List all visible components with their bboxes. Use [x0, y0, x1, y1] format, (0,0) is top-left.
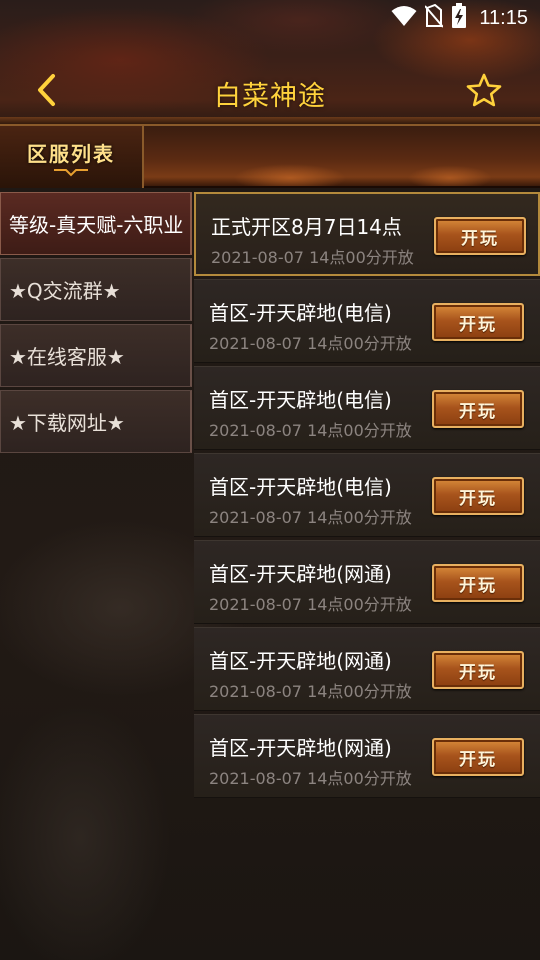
server-name: 首区-开天辟地(网通) — [209, 562, 392, 586]
wifi-icon — [391, 5, 417, 31]
server-name: 首区-开天辟地(网通) — [209, 736, 392, 760]
tab-region-list[interactable]: 区服列表 — [0, 126, 144, 188]
server-name: 正式开区8月7日14点 — [211, 215, 402, 239]
sidebar-item-customer-service[interactable]: ★在线客服★ — [0, 324, 192, 387]
server-open-time: 2021-08-07 14点00分开放 — [209, 334, 412, 353]
tab-label: 区服列表 — [27, 141, 115, 166]
server-open-time: 2021-08-07 14点00分开放 — [209, 769, 412, 788]
server-name: 首区-开天辟地(电信) — [209, 301, 392, 325]
sidebar-item-game-intro[interactable]: 等级-真天赋-六职业 — [0, 192, 192, 255]
title-bar: 白菜神途 — [0, 60, 540, 124]
sidebar-item-download[interactable]: ★下载网址★ — [0, 390, 192, 453]
server-name: 首区-开天辟地(电信) — [209, 475, 392, 499]
tab-indicator-icon — [54, 168, 88, 176]
server-open-time: 2021-08-07 14点00分开放 — [209, 595, 412, 614]
server-row[interactable]: 首区-开天辟地(网通) 2021-08-07 14点00分开放 开玩 — [194, 714, 540, 798]
sidebar-item-label: ★在线客服★ — [9, 345, 125, 369]
play-button[interactable]: 开玩 — [432, 651, 524, 689]
favorite-button[interactable] — [462, 72, 506, 112]
play-button[interactable]: 开玩 — [432, 738, 524, 776]
server-row[interactable]: 正式开区8月7日14点 2021-08-07 14点00分开放 开玩 — [194, 192, 540, 276]
page-title: 白菜神途 — [214, 81, 326, 112]
server-row[interactable]: 首区-开天辟地(电信) 2021-08-07 14点00分开放 开玩 — [194, 453, 540, 537]
clock: 11:15 — [479, 6, 528, 29]
server-name: 首区-开天辟地(网通) — [209, 649, 392, 673]
server-row[interactable]: 首区-开天辟地(网通) 2021-08-07 14点00分开放 开玩 — [194, 627, 540, 711]
server-open-time: 2021-08-07 14点00分开放 — [209, 682, 412, 701]
no-sim-icon — [424, 3, 445, 32]
sidebar: 等级-真天赋-六职业 ★Q交流群★ ★在线客服★ ★下载网址★ — [0, 192, 192, 456]
sidebar-item-label: ★下载网址★ — [9, 411, 125, 435]
play-button[interactable]: 开玩 — [432, 564, 524, 602]
sidebar-item-qq-group[interactable]: ★Q交流群★ — [0, 258, 192, 321]
server-open-time: 2021-08-07 14点00分开放 — [209, 508, 412, 527]
server-row[interactable]: 首区-开天辟地(网通) 2021-08-07 14点00分开放 开玩 — [194, 540, 540, 624]
server-open-time: 2021-08-07 14点00分开放 — [211, 248, 414, 267]
server-name: 首区-开天辟地(电信) — [209, 388, 392, 412]
play-button[interactable]: 开玩 — [432, 303, 524, 341]
server-list: 正式开区8月7日14点 2021-08-07 14点00分开放 开玩 首区-开天… — [194, 192, 540, 801]
play-button[interactable]: 开玩 — [432, 390, 524, 428]
sidebar-item-label: 等级-真天赋-六职业 — [9, 213, 184, 237]
play-button[interactable]: 开玩 — [434, 217, 526, 255]
battery-charging-icon — [451, 3, 467, 33]
server-open-time: 2021-08-07 14点00分开放 — [209, 421, 412, 440]
tab-strip: 区服列表 — [0, 124, 540, 188]
server-row[interactable]: 首区-开天辟地(电信) 2021-08-07 14点00分开放 开玩 — [194, 366, 540, 450]
server-row[interactable]: 首区-开天辟地(电信) 2021-08-07 14点00分开放 开玩 — [194, 279, 540, 363]
status-bar: 11:15 — [0, 0, 540, 36]
play-button[interactable]: 开玩 — [432, 477, 524, 515]
star-outline-icon — [466, 73, 502, 111]
sidebar-item-label: ★Q交流群★ — [9, 279, 121, 303]
